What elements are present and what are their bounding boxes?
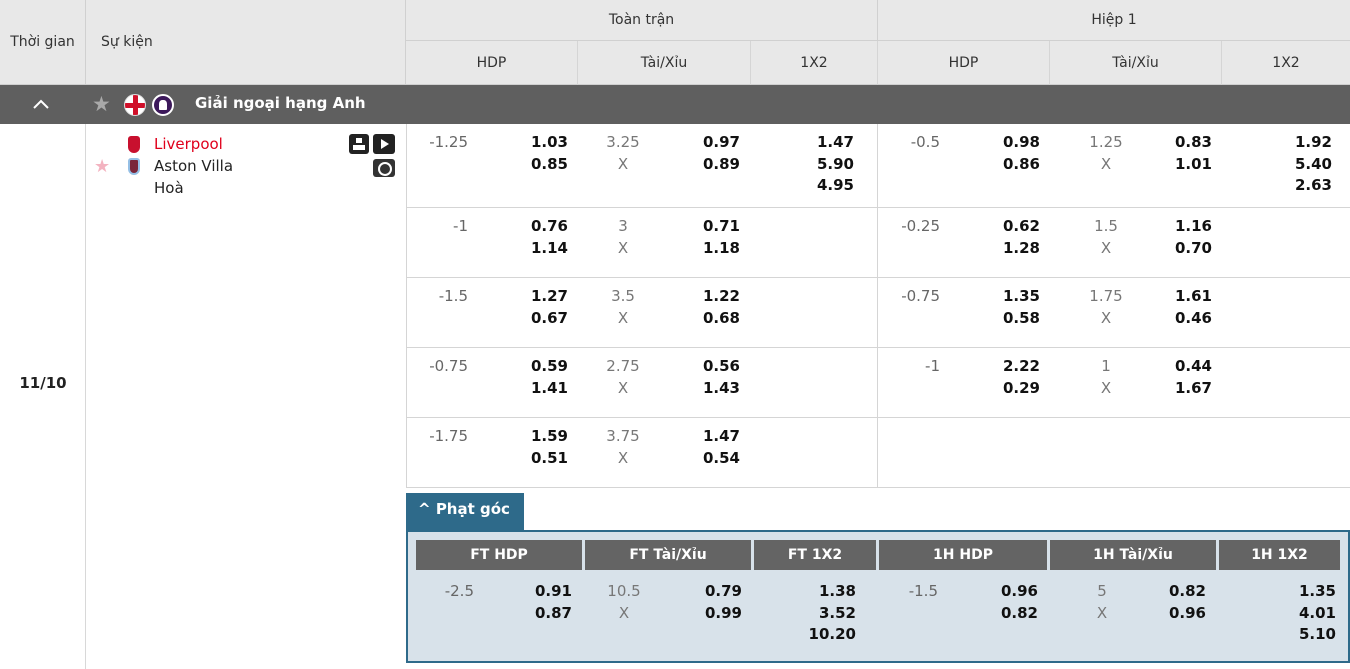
premier-league-icon	[152, 94, 174, 116]
league-bar[interactable]: ★ Giải ngoại hạng Anh	[0, 85, 1350, 124]
ft-ou-odds[interactable]: 0.56 1.43	[680, 356, 740, 399]
ft-hdp-line: -1.75	[429, 427, 468, 445]
corners-panel: FT HDP FT Tài/Xỉu FT 1X2 1H HDP 1H Tài/X…	[406, 530, 1350, 663]
ft-ou-odds[interactable]: 1.47 0.54	[680, 426, 740, 469]
h1-ou-line: 1.75 X	[1089, 287, 1123, 327]
ft-hdp-odds[interactable]: 0.76 1.14	[508, 216, 568, 259]
h1-ou-odds[interactable]: 0.83 1.01	[1152, 132, 1212, 175]
ft-ou-line: 2.75 X	[606, 357, 640, 397]
ft-hdp-line: -1.25	[429, 133, 468, 151]
ft-hdp-odds[interactable]: 1.59 0.51	[508, 426, 568, 469]
ft-hdp-odds[interactable]: 0.59 1.41	[508, 356, 568, 399]
corner-ft-ou-line: 10.5 X	[607, 582, 641, 622]
corners-tab[interactable]: ^ Phạt góc	[406, 493, 524, 530]
corner-header-h1-ou: 1H Tài/Xỉu	[1050, 540, 1216, 570]
ft-hdp-odds[interactable]: 1.03 0.85	[508, 132, 568, 175]
corner-ft-hdp-odds[interactable]: 0.91 0.87	[512, 581, 572, 624]
ft-ou-line: 3X	[617, 217, 629, 257]
liverpool-crest-icon	[128, 136, 140, 153]
h1-ou-line: 1X	[1100, 357, 1112, 397]
draw-label: Hoà	[154, 179, 184, 197]
ft-hdp-line: -0.75	[429, 357, 468, 375]
odds-row: -1 0.76 1.14 3X 0.71 1.18 -0.25 0.62 1.28 1…	[406, 208, 1350, 278]
corner-h1-1x2-odds[interactable]: 1.35 4.01 5.10	[1276, 581, 1336, 646]
header-event: Sự kiện	[101, 34, 153, 50]
match-favorite-star-icon[interactable]: ★	[94, 156, 110, 177]
odds-row: -0.75 0.59 1.41 2.75 X 0.56 1.43 -1 2.22 0.2…	[406, 348, 1350, 418]
ft-ou-line: 3.25 X	[606, 133, 640, 173]
h1-hdp-odds[interactable]: 0.98 0.86	[980, 132, 1040, 175]
odds-row: -1.75 1.59 0.51 3.75 X 1.47 0.54	[406, 418, 1350, 488]
ft-ou-line: 3.75 X	[606, 427, 640, 467]
header-full-time: Toàn trận	[406, 0, 878, 41]
match-date: 11/10	[19, 374, 67, 392]
h1-ou-odds[interactable]: 1.61 0.46	[1152, 286, 1212, 329]
table-header-left: Thời gian Sự kiện	[0, 0, 406, 85]
h1-ou-line: 1.25 X	[1089, 133, 1123, 173]
h1-1x2-odds[interactable]: 1.92 5.40 2.63	[1272, 132, 1332, 197]
corner-h1-ou-line: 5X	[1096, 582, 1108, 622]
h1-hdp-line: -0.75	[901, 287, 940, 305]
h1-ou-odds[interactable]: 1.16 0.70	[1152, 216, 1212, 259]
aston-villa-crest-icon	[128, 158, 140, 175]
odds-row: -1.25 1.03 0.85 3.25 X 0.97 0.89 1.47 5.90 4.…	[406, 124, 1350, 208]
date-column: 11/10	[0, 124, 86, 669]
header-h1-1x2: 1X2	[1222, 41, 1350, 85]
collapse-chevron-icon[interactable]	[30, 94, 52, 114]
ft-ou-line: 3.5 X	[611, 287, 635, 327]
header-half1: Hiệp 1	[878, 0, 1350, 41]
corners-tab-label: Phạt góc	[435, 500, 510, 518]
header-h1-ou: Tài/Xỉu	[1050, 41, 1222, 85]
h1-hdp-line: -0.5	[910, 133, 940, 151]
h1-ou-odds[interactable]: 0.44 1.67	[1152, 356, 1212, 399]
live-stream-icon[interactable]	[373, 134, 395, 154]
h1-hdp-line: -0.25	[901, 217, 940, 235]
corner-h1-ou-odds[interactable]: 0.82 0.96	[1146, 581, 1206, 624]
corner-ft-hdp-line: -2.5	[444, 582, 474, 600]
h1-hdp-odds[interactable]: 1.35 0.58	[980, 286, 1040, 329]
h1-hdp-line: -1	[925, 357, 940, 375]
header-h1-hdp: HDP	[878, 41, 1050, 85]
ft-1x2-odds[interactable]: 1.47 5.90 4.95	[794, 132, 854, 197]
event-column: ★ Liverpool Aston Villa Hoà	[86, 124, 406, 669]
corner-ft-1x2-odds[interactable]: 1.38 3.52 10.20	[796, 581, 856, 646]
header-ft-ou: Tài/Xỉu	[578, 41, 751, 85]
h1-hdp-odds[interactable]: 0.62 1.28	[980, 216, 1040, 259]
ft-ou-odds[interactable]: 1.22 0.68	[680, 286, 740, 329]
home-team[interactable]: Liverpool	[154, 135, 223, 153]
corner-header-ft-1x2: FT 1X2	[754, 540, 876, 570]
corner-ft-ou-odds[interactable]: 0.79 0.99	[682, 581, 742, 624]
corner-h1-hdp-line: -1.5	[908, 582, 938, 600]
corner-header-h1-hdp: 1H HDP	[879, 540, 1047, 570]
h1-ou-line: 1.5 X	[1094, 217, 1118, 257]
ft-hdp-line: -1	[453, 217, 468, 235]
ft-hdp-line: -1.5	[438, 287, 468, 305]
corner-header-ft-ou: FT Tài/Xỉu	[585, 540, 751, 570]
stats-icon[interactable]	[349, 134, 369, 154]
corner-h1-hdp-odds[interactable]: 0.96 0.82	[978, 581, 1038, 624]
odds-row: -1.5 1.27 0.67 3.5 X 1.22 0.68 -0.75 1.35 0.…	[406, 278, 1350, 348]
header-ft-hdp: HDP	[406, 41, 578, 85]
away-team[interactable]: Aston Villa	[154, 157, 233, 175]
header-time: Thời gian	[0, 0, 86, 84]
chevron-up-icon: ^	[418, 500, 431, 518]
ft-ou-odds[interactable]: 0.97 0.89	[680, 132, 740, 175]
league-name: Giải ngoại hạng Anh	[195, 94, 366, 112]
corner-header-ft-hdp: FT HDP	[416, 540, 582, 570]
favorite-star-icon[interactable]: ★	[92, 92, 111, 116]
england-flag-icon	[124, 94, 146, 116]
h1-hdp-odds[interactable]: 2.22 0.29	[980, 356, 1040, 399]
corner-header-h1-1x2: 1H 1X2	[1219, 540, 1340, 570]
ft-hdp-odds[interactable]: 1.27 0.67	[508, 286, 568, 329]
live-field-icon[interactable]	[373, 159, 395, 177]
header-ft-1x2: 1X2	[751, 41, 878, 85]
ft-ou-odds[interactable]: 0.71 1.18	[680, 216, 740, 259]
